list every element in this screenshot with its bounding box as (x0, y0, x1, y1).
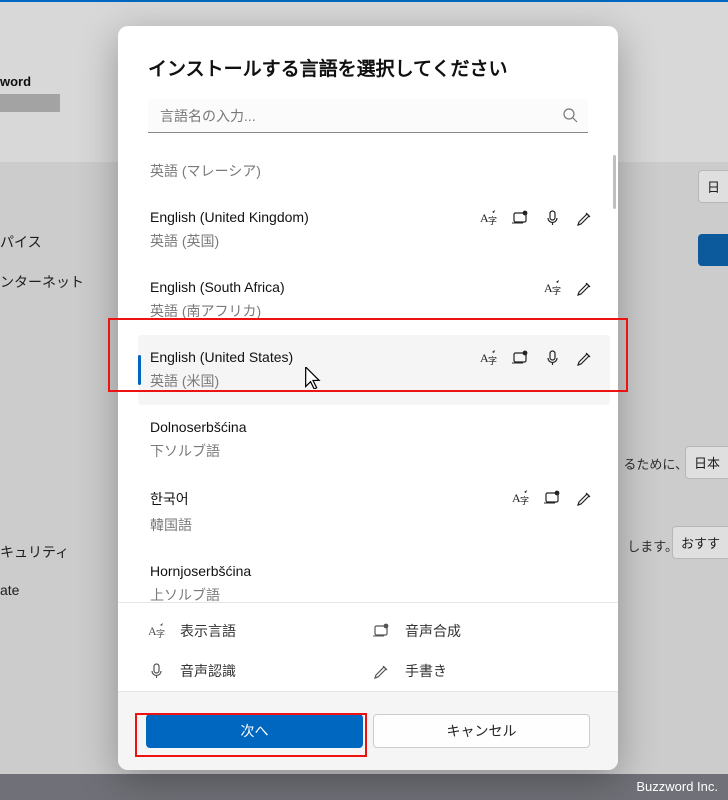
speech-icon (148, 662, 166, 680)
scrollbar-thumb[interactable] (613, 155, 616, 209)
legend-display: 表示言語 (180, 621, 236, 641)
tts-icon (373, 622, 391, 640)
bg-nav-item: ンターネット (0, 262, 84, 302)
footer-bar (0, 774, 728, 800)
bg-label: word (0, 74, 31, 89)
legend-tts: 音声合成 (405, 621, 461, 641)
language-item[interactable]: English (United Kingdom)英語 (英国) (138, 195, 610, 265)
handwriting-icon (373, 662, 391, 680)
language-secondary-label: 英語 (マレーシア) (150, 161, 600, 181)
dialog-title: インストールする言語を選択してください (118, 26, 618, 99)
language-secondary-label: 上ソルブ語 (150, 585, 600, 602)
language-item[interactable]: 한국어韓国語 (138, 475, 610, 549)
language-list[interactable]: 英語 (マレーシア) English (United Kingdom)英語 (英国… (118, 147, 618, 602)
display-icon (512, 489, 530, 507)
cancel-button[interactable]: キャンセル (373, 714, 590, 748)
language-primary-label: Dolnoserbšćina (150, 419, 600, 435)
bg-hint: します。 (627, 536, 678, 555)
hand-icon (576, 349, 594, 367)
display-language-icon (148, 622, 166, 640)
legend-hand: 手書き (405, 661, 447, 681)
language-item[interactable]: Hornjoserbšćina 上ソルブ語 (138, 549, 610, 602)
bg-redacted-field (0, 94, 60, 112)
language-secondary-label: 英語 (米国) (150, 371, 600, 391)
hand-icon (576, 279, 594, 297)
bg-button-recommend: おすす (672, 526, 728, 559)
language-item[interactable]: 英語 (マレーシア) (138, 147, 610, 195)
search-wrap (148, 99, 588, 133)
feature-icons (480, 349, 594, 367)
bg-button-jp: 日 (698, 170, 728, 203)
display-icon (480, 209, 498, 227)
display-icon (544, 279, 562, 297)
dialog-actions: 次へ キャンセル (118, 691, 618, 770)
feature-icons (512, 489, 594, 507)
language-install-dialog: インストールする言語を選択してください 英語 (マレーシア) English (U… (118, 26, 618, 770)
language-item[interactable]: Dolnoserbšćina 下ソルブ語 (138, 405, 610, 475)
speech-icon (544, 349, 562, 367)
bg-nav-item: キュリティ (0, 532, 84, 572)
language-secondary-label: 英語 (南アフリカ) (150, 301, 600, 321)
bg-sidebar: パイス ンターネット キュリティ ate (0, 222, 84, 608)
tts-icon (544, 489, 562, 507)
hand-icon (576, 209, 594, 227)
language-item[interactable]: English (South Africa) 英語 (南アフリカ) (138, 265, 610, 335)
next-button[interactable]: 次へ (146, 714, 363, 748)
language-secondary-label: 英語 (英国) (150, 231, 600, 251)
language-search-input[interactable] (148, 99, 588, 133)
speech-icon (544, 209, 562, 227)
bg-button-jp2: 日本 (685, 446, 728, 479)
bg-hint: るために、 (623, 454, 688, 473)
bg-nav-item: パイス (0, 222, 84, 262)
feature-legend: 表示言語 音声合成 音声認識 手書き (118, 602, 618, 691)
language-secondary-label: 韓国語 (150, 515, 600, 535)
language-item[interactable]: English (United States)英語 (米国) (138, 335, 610, 405)
display-icon (480, 349, 498, 367)
legend-speech: 音声認識 (180, 661, 236, 681)
feature-icons (544, 279, 594, 297)
search-icon (562, 107, 578, 123)
tts-icon (512, 349, 530, 367)
language-primary-label: Hornjoserbšćina (150, 563, 600, 579)
hand-icon (576, 489, 594, 507)
footer-brand: Buzzword Inc. (636, 779, 718, 794)
bg-button-blue (698, 234, 728, 266)
bg-nav-item: ate (0, 572, 84, 608)
feature-icons (480, 209, 594, 227)
language-primary-label: English (South Africa) (150, 279, 600, 295)
language-secondary-label: 下ソルブ語 (150, 441, 600, 461)
tts-icon (512, 209, 530, 227)
